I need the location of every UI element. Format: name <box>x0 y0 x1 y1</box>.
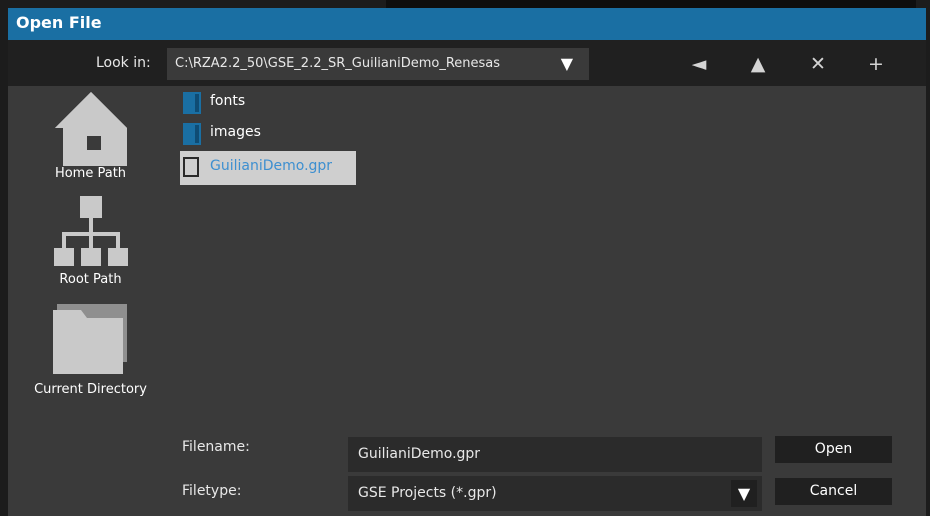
filename-field[interactable]: GuilianiDemo.gpr <box>348 437 762 472</box>
open-button[interactable]: Open <box>775 436 892 463</box>
shortcut-root-path[interactable]: Root Path <box>8 196 173 287</box>
background-window-edge <box>386 0 916 8</box>
folder-icon <box>183 92 203 118</box>
shortcut-current-label: Current Directory <box>34 382 147 397</box>
list-item-images[interactable]: images <box>180 121 290 145</box>
file-icon <box>183 157 201 181</box>
back-button[interactable]: ◄ <box>684 50 714 78</box>
file-name: GuilianiDemo.gpr <box>210 158 333 174</box>
file-name: images <box>210 124 261 140</box>
current-path: C:\RZA2.2_50\GSE_2.2_SR_GuilianiDemo_Ren… <box>175 56 501 71</box>
folder-icon <box>183 123 203 149</box>
up-folder-button[interactable]: ▲ <box>743 50 773 78</box>
background-strip <box>0 0 930 8</box>
filetype-value: GSE Projects (*.gpr) <box>358 485 497 501</box>
folder-icon <box>52 304 127 374</box>
hierarchy-icon <box>53 196 128 266</box>
toolbar: Look in: C:\RZA2.2_50\GSE_2.2_SR_Guilian… <box>8 40 926 86</box>
dialog-title: Open File <box>16 13 102 32</box>
delete-button[interactable]: ✕ <box>803 50 833 78</box>
home-icon <box>54 92 127 166</box>
shortcut-home-label: Home Path <box>54 166 127 181</box>
filetype-label: Filetype: <box>182 483 242 499</box>
shortcut-root-label: Root Path <box>59 272 122 287</box>
file-name: fonts <box>210 93 246 109</box>
shortcut-home-path[interactable]: Home Path <box>8 92 173 181</box>
look-in-dropdown[interactable]: C:\RZA2.2_50\GSE_2.2_SR_GuilianiDemo_Ren… <box>167 48 589 80</box>
new-folder-button[interactable]: + <box>861 50 891 78</box>
open-file-dialog: Open File Look in: C:\RZA2.2_50\GSE_2.2_… <box>8 8 926 516</box>
cancel-button[interactable]: Cancel <box>775 478 892 505</box>
filetype-select[interactable]: GSE Projects (*.gpr) ▼ <box>348 476 762 511</box>
look-in-label: Look in: <box>96 55 151 71</box>
filename-label: Filename: <box>182 439 250 455</box>
filename-value: GuilianiDemo.gpr <box>358 446 481 462</box>
title-bar[interactable]: Open File <box>8 8 926 40</box>
list-item-guilianidemo-gpr[interactable]: GuilianiDemo.gpr <box>180 151 356 185</box>
chevron-down-icon[interactable]: ▼ <box>561 54 573 73</box>
list-item-fonts[interactable]: fonts <box>180 90 290 114</box>
chevron-down-icon[interactable]: ▼ <box>731 480 757 507</box>
shortcut-current-directory[interactable]: Current Directory <box>8 304 173 397</box>
